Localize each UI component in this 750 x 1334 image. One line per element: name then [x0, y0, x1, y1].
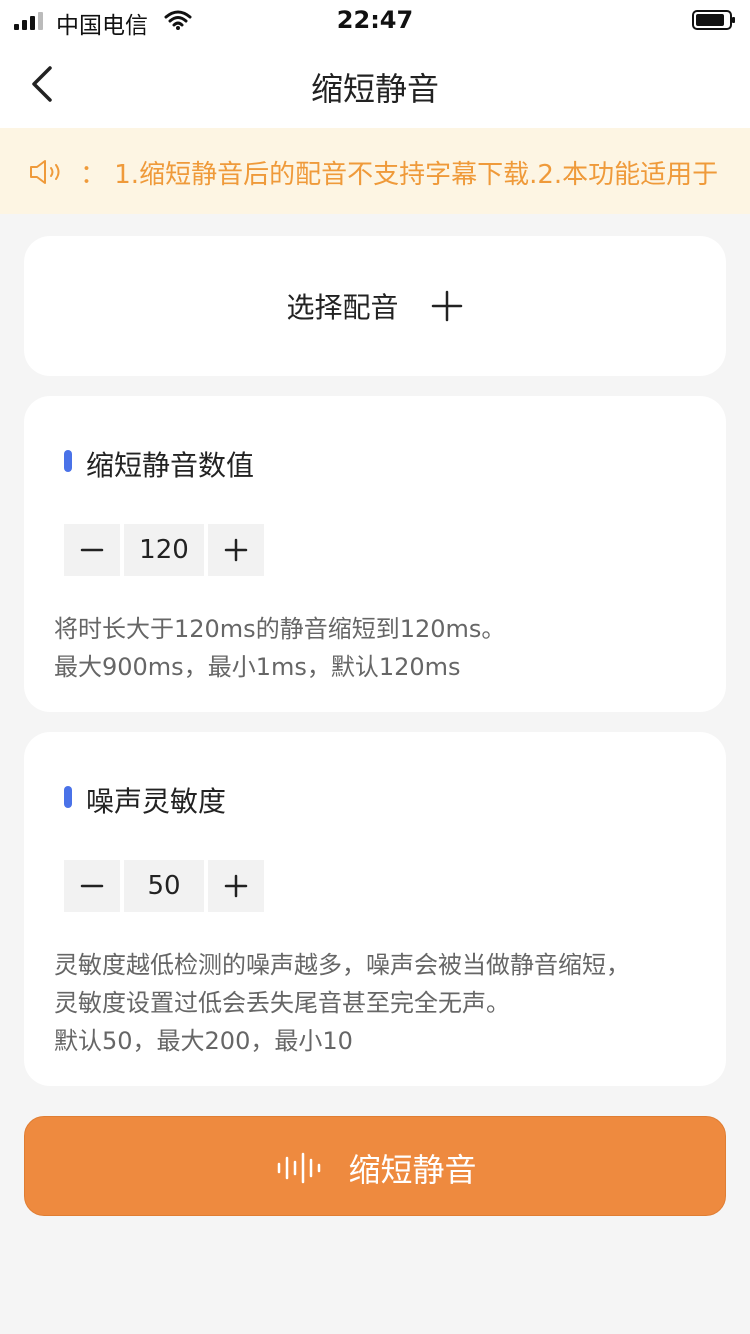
nav-bar: 缩短静音 — [0, 40, 750, 128]
minus-icon — [80, 548, 104, 552]
noise-value-input[interactable]: 50 — [124, 860, 204, 912]
page-title: 缩短静音 — [310, 70, 439, 108]
silence-section-title: 缩短静音数值 — [86, 449, 255, 482]
section-accent-bar — [64, 786, 72, 808]
silence-value-card: 缩短静音数值 120 将时长大于120ms的静音缩短到120ms。 最大900m… — [24, 396, 726, 712]
noise-description: 灵敏度越低检测的噪声越多，噪声会被当做静音缩短， 灵敏度设置过低会丢失尾音甚至完… — [54, 946, 630, 1060]
status-bar: 中国电信 22:47 — [0, 0, 750, 40]
section-accent-bar — [64, 450, 72, 472]
plus-icon — [432, 290, 463, 322]
minus-icon — [80, 884, 104, 888]
silence-desc-line: 将时长大于120ms的静音缩短到120ms。 — [54, 615, 506, 643]
noise-value-stepper: 50 — [64, 860, 264, 912]
silence-value-input[interactable]: 120 — [124, 524, 204, 576]
select-voice-label: 选择配音 — [286, 291, 399, 324]
silence-desc-line: 最大900ms，最小1ms，默认120ms — [54, 653, 461, 681]
page: 中国电信 22:47 缩短静音 ： 1.缩短静音后的配音不支持字幕下载.2.本功… — [0, 0, 750, 1334]
notice-bar: ： 1.缩短静音后的配音不支持字幕下载.2.本功能适用于 — [0, 128, 750, 214]
noise-desc-line: 灵敏度越低检测的噪声越多，噪声会被当做静音缩短， — [54, 951, 630, 979]
noise-increment-button[interactable] — [208, 860, 264, 912]
waveform-icon — [278, 1152, 321, 1184]
silence-increment-button[interactable] — [208, 524, 264, 576]
silence-decrement-button[interactable] — [64, 524, 120, 576]
notice-text: ： 1.缩短静音后的配音不支持字幕下载.2.本功能适用于 — [80, 160, 719, 190]
shorten-silence-button[interactable]: 缩短静音 — [24, 1116, 726, 1216]
status-time: 22:47 — [336, 6, 414, 34]
plus-icon — [224, 874, 248, 898]
noise-desc-line: 灵敏度设置过低会丢失尾音甚至完全无声。 — [54, 989, 510, 1017]
plus-icon — [224, 538, 248, 562]
noise-sensitivity-card: 噪声灵敏度 50 灵敏度越低检测的噪声越多，噪声会被当做静音缩短， 灵敏度设置过… — [24, 732, 726, 1086]
noise-desc-line: 默认50，最大200，最小10 — [54, 1027, 353, 1055]
noise-section-title: 噪声灵敏度 — [86, 785, 227, 818]
select-voice-button[interactable]: 选择配音 — [24, 236, 726, 376]
shorten-silence-label: 缩短静音 — [348, 1151, 477, 1189]
speaker-icon — [30, 160, 60, 184]
silence-value-stepper: 120 — [64, 524, 264, 576]
noise-decrement-button[interactable] — [64, 860, 120, 912]
battery-icon — [692, 10, 735, 30]
silence-description: 将时长大于120ms的静音缩短到120ms。 最大900ms，最小1ms，默认1… — [54, 610, 505, 686]
